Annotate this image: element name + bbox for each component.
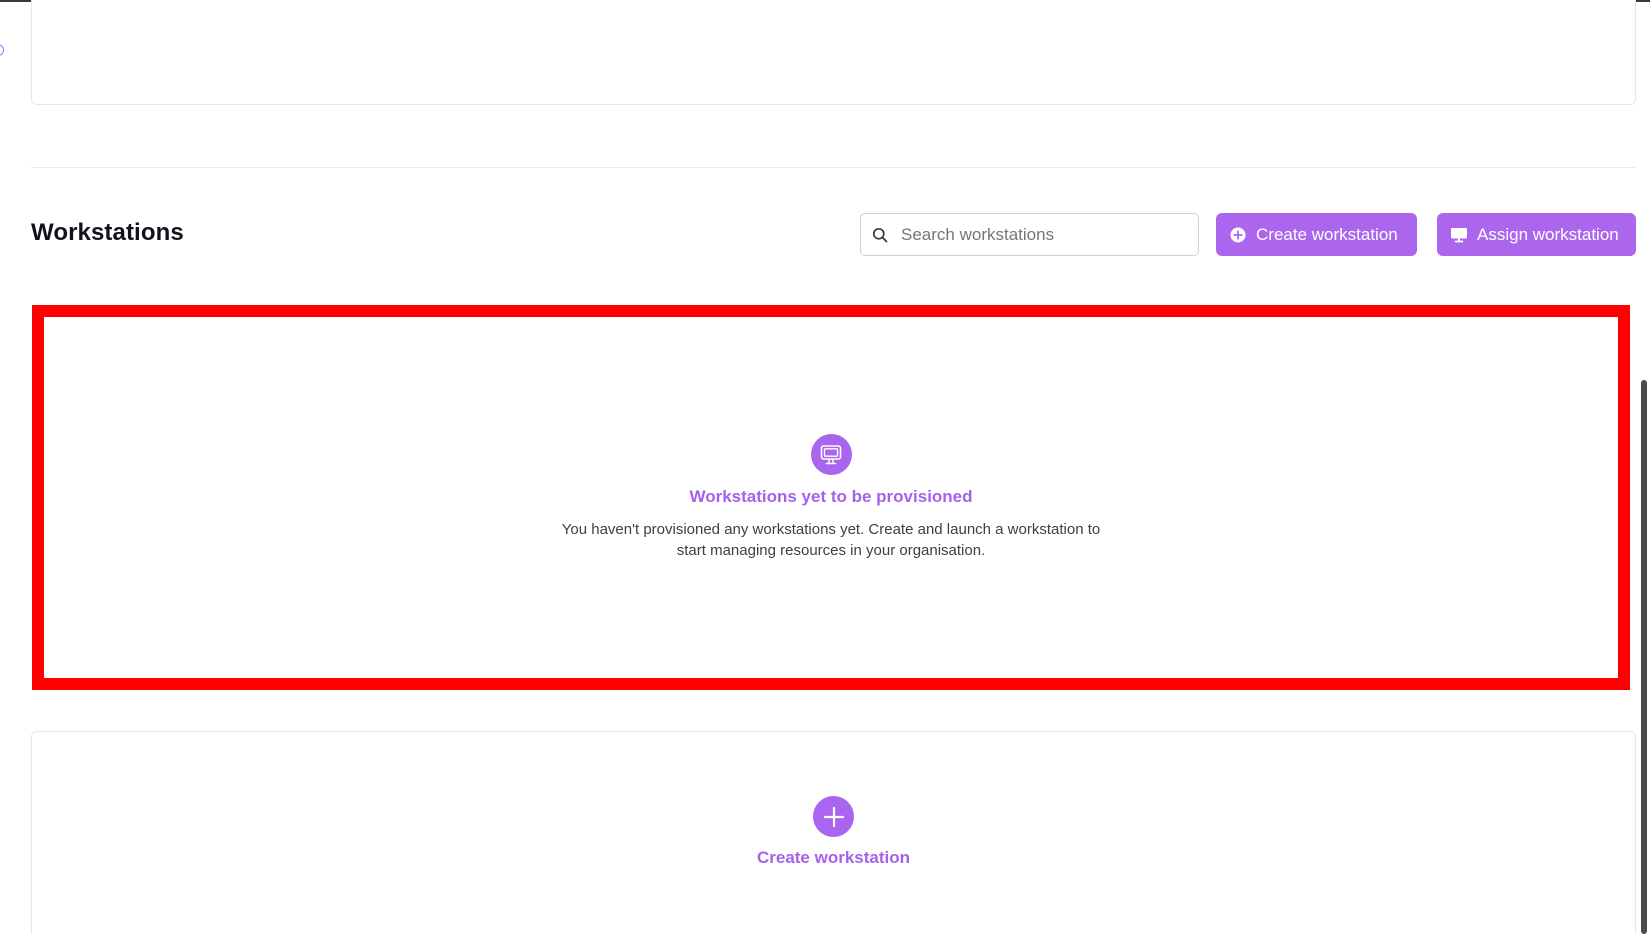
monitor-icon bbox=[1450, 226, 1468, 244]
monitor-icon bbox=[810, 434, 852, 475]
scrollbar-thumb[interactable] bbox=[1641, 380, 1647, 934]
create-workstation-link[interactable]: Create workstation bbox=[757, 848, 910, 868]
section-divider bbox=[31, 167, 1636, 168]
assign-workstation-label: Assign workstation bbox=[1477, 224, 1619, 244]
search-icon bbox=[871, 226, 889, 244]
search-box[interactable] bbox=[860, 213, 1199, 256]
empty-state: Workstations yet to be provisioned You h… bbox=[32, 305, 1630, 690]
page: Workstations Create workstation bbox=[0, 0, 1650, 934]
section-title: Workstations bbox=[31, 219, 184, 246]
assign-workstation-button[interactable]: Assign workstation bbox=[1437, 213, 1636, 256]
empty-state-title: Workstations yet to be provisioned bbox=[689, 487, 973, 506]
plus-icon[interactable] bbox=[813, 796, 854, 837]
search-input[interactable] bbox=[899, 218, 1198, 251]
top-card bbox=[31, 0, 1636, 105]
plus-circle-icon bbox=[1229, 226, 1247, 244]
empty-state-description: You haven't provisioned any workstations… bbox=[561, 521, 1101, 559]
create-workstation-label: Create workstation bbox=[1256, 224, 1398, 244]
create-workstation-button[interactable]: Create workstation bbox=[1216, 213, 1417, 256]
radio-edge-icon[interactable] bbox=[0, 44, 4, 56]
create-workstation-card[interactable]: Create workstation bbox=[31, 731, 1636, 934]
